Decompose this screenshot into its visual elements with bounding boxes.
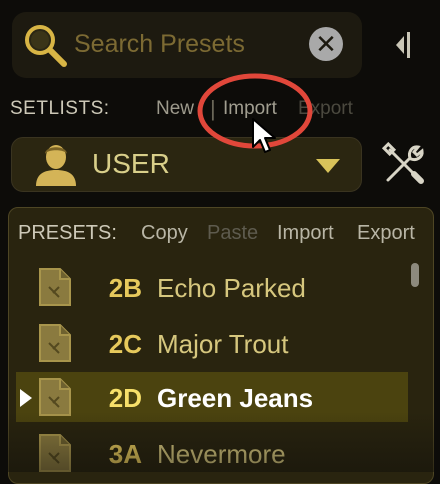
preset-code: 2B — [108, 273, 142, 303]
setlists-label: SETLISTS: — [10, 98, 110, 119]
tools-icon[interactable] — [380, 142, 426, 188]
preset-row[interactable]: 2C Major Trout — [16, 318, 408, 368]
preset-import-button[interactable]: Import — [277, 222, 334, 245]
preset-name: Green Jeans — [157, 383, 314, 413]
collapse-panel-icon[interactable] — [392, 28, 416, 62]
preset-row-selected[interactable]: 2D Green Jeans — [16, 372, 408, 422]
preset-name: Major Trout — [157, 329, 289, 359]
preset-file-icon — [39, 324, 71, 362]
presets-scrollbar[interactable] — [411, 263, 419, 287]
preset-paste-button[interactable]: Paste — [207, 222, 258, 245]
search-input[interactable]: Search Presets — [74, 30, 245, 59]
preset-export-button[interactable]: Export — [357, 222, 415, 245]
preset-row[interactable]: 3A Nevermore — [16, 428, 408, 478]
preset-copy-button[interactable]: Copy — [141, 222, 188, 245]
chevron-down-icon — [316, 159, 340, 173]
preset-name: Nevermore — [157, 439, 286, 469]
preset-name: Echo Parked — [157, 273, 306, 303]
user-avatar-icon — [36, 145, 76, 186]
search-icon — [25, 25, 67, 67]
clear-search-button[interactable]: ✕ — [309, 27, 343, 61]
preset-file-icon — [39, 268, 71, 306]
preset-code: 2D — [108, 383, 142, 413]
preset-row[interactable]: 2B Echo Parked — [16, 262, 408, 312]
setlist-dropdown-label: USER — [92, 148, 170, 179]
presets-label: PRESETS: — [18, 222, 117, 244]
mouse-cursor-icon — [252, 118, 276, 153]
preset-file-icon — [39, 378, 71, 416]
setlist-new-button[interactable]: New — [156, 98, 194, 120]
preset-code: 2C — [108, 329, 142, 359]
preset-file-icon — [39, 434, 71, 472]
clear-icon: ✕ — [315, 29, 337, 59]
preset-code: 3A — [108, 439, 142, 469]
play-marker-icon — [20, 389, 32, 407]
